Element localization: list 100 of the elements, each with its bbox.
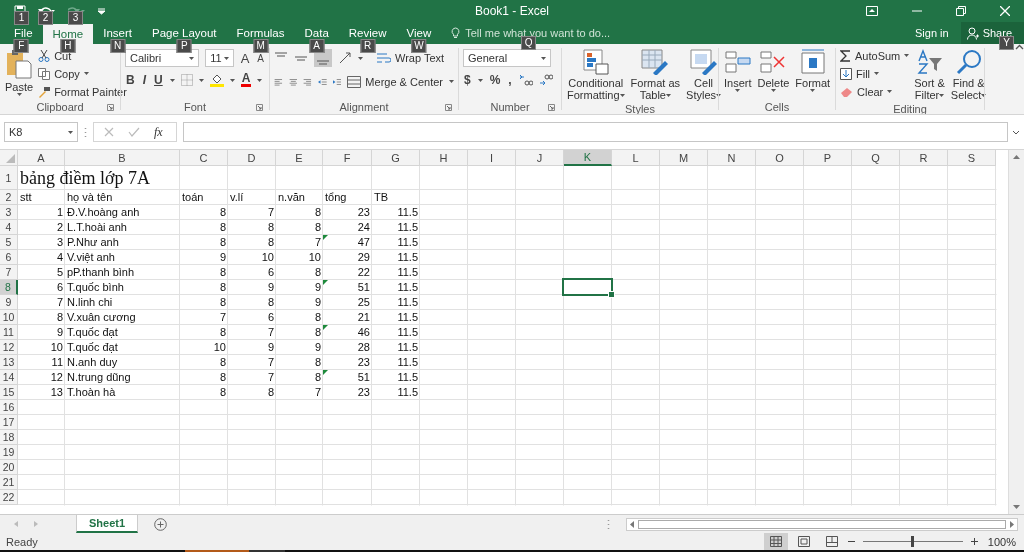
table-cell-text: 51 <box>356 371 371 384</box>
keytip-tooltip: N <box>110 39 126 53</box>
table-cell-text: 8 <box>218 296 227 309</box>
table-cell-text: 8 <box>313 311 322 324</box>
group-label: Cells <box>764 101 790 113</box>
table-cell-text: toán <box>181 191 205 204</box>
group-label: Number <box>490 101 530 113</box>
table-cell-text: V.xuân cương <box>66 311 137 324</box>
group-label: Clipboard <box>36 101 84 113</box>
table-cell-text: 8 <box>313 326 322 339</box>
table-cell-text: 9 <box>218 251 227 264</box>
table-cell-text: 29 <box>356 251 371 264</box>
table-cell-text: 8 <box>266 221 275 234</box>
group-label: Alignment <box>339 101 389 113</box>
keytip-tooltip: M <box>253 39 269 53</box>
table-cell-text: 8 <box>266 386 275 399</box>
table-cell-text: 8 <box>313 266 322 279</box>
table-cell-text: 25 <box>356 296 371 309</box>
table-cell-text: 7 <box>266 356 275 369</box>
table-cell-text: 23 <box>356 356 371 369</box>
table-cell-text: 8 <box>218 371 227 384</box>
table-cell-text: 8 <box>266 296 275 309</box>
keytip-tooltip: P <box>176 39 192 53</box>
table-cell-text: n.văn <box>277 191 306 204</box>
table-cell-text: 8 <box>313 371 322 384</box>
table-cell-text: 7 <box>266 326 275 339</box>
table-cell-text: 8 <box>218 356 227 369</box>
table-cell-text: 47 <box>356 236 371 249</box>
table-cell-text: 51 <box>356 281 371 294</box>
table-cell-text: TB <box>373 191 390 204</box>
table-cell-text: 8 <box>313 221 322 234</box>
status-text: Ready <box>6 535 38 548</box>
table-cell-text: 7 <box>266 371 275 384</box>
keytip-tooltip: H <box>60 39 76 53</box>
table-cell-text: stt <box>19 191 33 204</box>
keytip-tooltip: 2 <box>38 11 53 25</box>
table-cell-text: 7 <box>313 236 322 249</box>
table-cell-text: 6 <box>55 281 64 294</box>
table-cell-text: 10 <box>260 251 275 264</box>
table-cell-text: 8 <box>313 206 322 219</box>
sheet-title: bảng điềm lớp 7A <box>19 167 151 189</box>
keytip-tooltip: A <box>309 39 325 53</box>
table-cell-text: 8 <box>218 386 227 399</box>
table-cell-text: 13 <box>49 386 64 399</box>
table-cell-text: 23 <box>356 206 371 219</box>
keytip-tooltip: Y <box>999 36 1014 50</box>
group-label: Font <box>184 101 206 113</box>
table-cell-text: 9 <box>266 341 275 354</box>
table-cell-text: P.Như anh <box>66 236 120 249</box>
table-cell-text: Đ.V.hoàng anh <box>66 206 141 219</box>
table-cell-text: 8 <box>55 311 64 324</box>
table-cell-text: 9 <box>313 341 322 354</box>
table-cell-text: N.trung dũng <box>66 371 132 384</box>
table-cell-text: 11.5 <box>396 206 419 219</box>
table-cell-text: 7 <box>313 386 322 399</box>
table-cell-text: 11.5 <box>396 236 419 249</box>
table-cell-text: 8 <box>218 221 227 234</box>
keytip-tooltip: F <box>13 39 29 53</box>
table-cell-text: 11.5 <box>396 266 419 279</box>
table-cell-text: tổng <box>324 191 348 204</box>
table-cell-text: 22 <box>356 266 371 279</box>
table-cell-text: 11.5 <box>396 311 419 324</box>
table-cell-text: 12 <box>49 371 64 384</box>
table-cell-text: 8 <box>218 266 227 279</box>
window-title: Book1 - Excel <box>475 4 549 18</box>
table-cell-text: 9 <box>266 281 275 294</box>
table-cell-text: 3 <box>55 236 64 249</box>
table-cell-text: 8 <box>313 356 322 369</box>
table-cell-text: 11 <box>50 356 64 369</box>
table-cell-text: T.hoàn hà <box>66 386 117 399</box>
table-cell-text: 11.5 <box>396 341 419 354</box>
table-cell-text: 6 <box>266 266 275 279</box>
table-cell-text: 6 <box>266 311 275 324</box>
table-cell-text: 11.5 <box>396 386 419 399</box>
table-cell-text: 4 <box>55 251 64 264</box>
table-cell-text: 7 <box>218 311 227 324</box>
table-cell-text: 8 <box>218 206 227 219</box>
table-cell-text: pP.thanh bình <box>66 266 136 279</box>
table-cell-text: 23 <box>356 386 371 399</box>
table-cell-text: 2 <box>55 221 64 234</box>
table-cell-text: T.quốc bình <box>66 281 125 294</box>
table-cell-text: 24 <box>356 221 371 234</box>
table-cell-text: v.lí <box>229 191 245 204</box>
table-cell-text: 8 <box>218 326 227 339</box>
table-cell-text: 11.5 <box>396 356 419 369</box>
table-cell-text: 11.5 <box>396 371 419 384</box>
table-cell-text: 28 <box>356 341 371 354</box>
table-cell-text: 9 <box>55 326 64 339</box>
keytip-tooltip: 3 <box>68 11 83 25</box>
table-cell-text: N.anh duy <box>66 356 119 369</box>
table-cell-text: 10 <box>49 341 64 354</box>
table-cell-text: 9 <box>313 281 322 294</box>
table-cell-text: 11.5 <box>396 281 419 294</box>
table-cell-text: 11.5 <box>396 326 419 339</box>
table-cell-text: 8 <box>218 281 227 294</box>
table-cell-text: 11.5 <box>396 296 419 309</box>
table-cell-text: T.quốc đạt <box>66 341 119 354</box>
keytip-tooltip: R <box>360 39 376 53</box>
table-cell-text: 5 <box>55 266 64 279</box>
keytip-tooltip: Q <box>521 36 537 50</box>
